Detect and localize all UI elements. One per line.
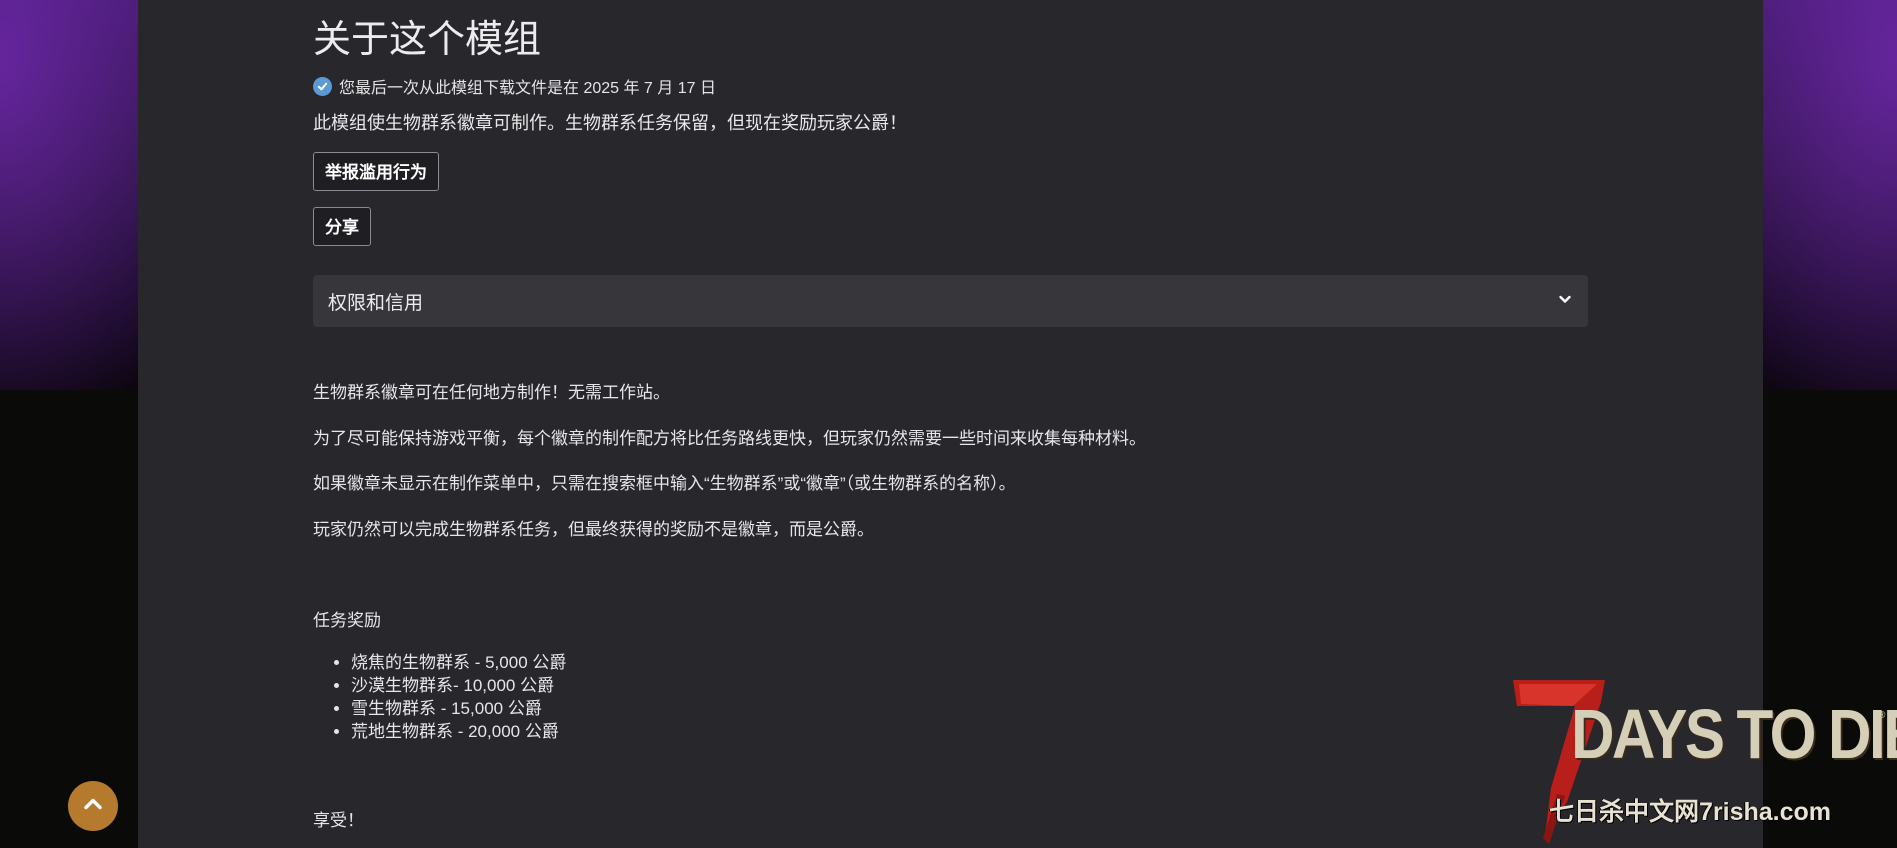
rewards-heading: 任务奖励 <box>313 611 381 630</box>
chevron-down-icon <box>1558 290 1572 312</box>
list-item: 烧焦的生物群系 - 5,000 公爵 <box>351 651 566 674</box>
page-title: 关于这个模组 <box>313 19 542 61</box>
last-download-notice: 您最后一次从此模组下载文件是在 2025 年 7 月 17 日 <box>313 74 716 98</box>
logo-subtitle: 七日杀中文网7risha.com <box>1549 798 1832 826</box>
mod-short-description: 此模组使生物群系徽章可制作。生物群系任务保留，但现在奖励玩家公爵！ <box>313 113 907 133</box>
closing-text: 享受！ <box>313 811 364 830</box>
description-paragraph: 生物群系徽章可在任何地方制作！无需工作站。 <box>313 383 670 402</box>
list-item: 雪生物群系 - 15,000 公爵 <box>351 697 566 720</box>
description-paragraph: 为了尽可能保持游戏平衡，每个徽章的制作配方将比任务路线更快，但玩家仍然需要一些时… <box>313 429 1146 448</box>
logo-wordmark: DAYS TO DIE <box>1571 695 1897 773</box>
description-paragraph: 玩家仍然可以完成生物群系任务，但最终获得的奖励不是徽章，而是公爵。 <box>313 520 874 539</box>
permissions-credits-accordion[interactable]: 权限和信用 <box>313 275 1588 327</box>
description-paragraph: 如果徽章未显示在制作菜单中，只需在搜索框中输入“生物群系”或“徽章”（或生物群系… <box>313 474 1016 493</box>
share-button[interactable]: 分享 <box>313 207 371 246</box>
accordion-label: 权限和信用 <box>328 292 424 314</box>
site-watermark-logo: DAYS TO DIE ® 七日杀中文网7risha.com <box>1505 676 1897 848</box>
report-abuse-button[interactable]: 举报滥用行为 <box>313 152 439 191</box>
list-item: 荒地生物群系 - 20,000 公爵 <box>351 720 566 743</box>
scroll-to-top-button[interactable] <box>68 781 118 831</box>
check-circle-icon <box>313 76 332 96</box>
rewards-list: 烧焦的生物群系 - 5,000 公爵 沙漠生物群系- 10,000 公爵 雪生物… <box>333 651 566 743</box>
registered-mark: ® <box>1878 710 1886 721</box>
last-download-text: 您最后一次从此模组下载文件是在 2025 年 7 月 17 日 <box>339 80 716 97</box>
list-item: 沙漠生物群系- 10,000 公爵 <box>351 674 566 697</box>
chevron-up-icon <box>82 793 104 820</box>
